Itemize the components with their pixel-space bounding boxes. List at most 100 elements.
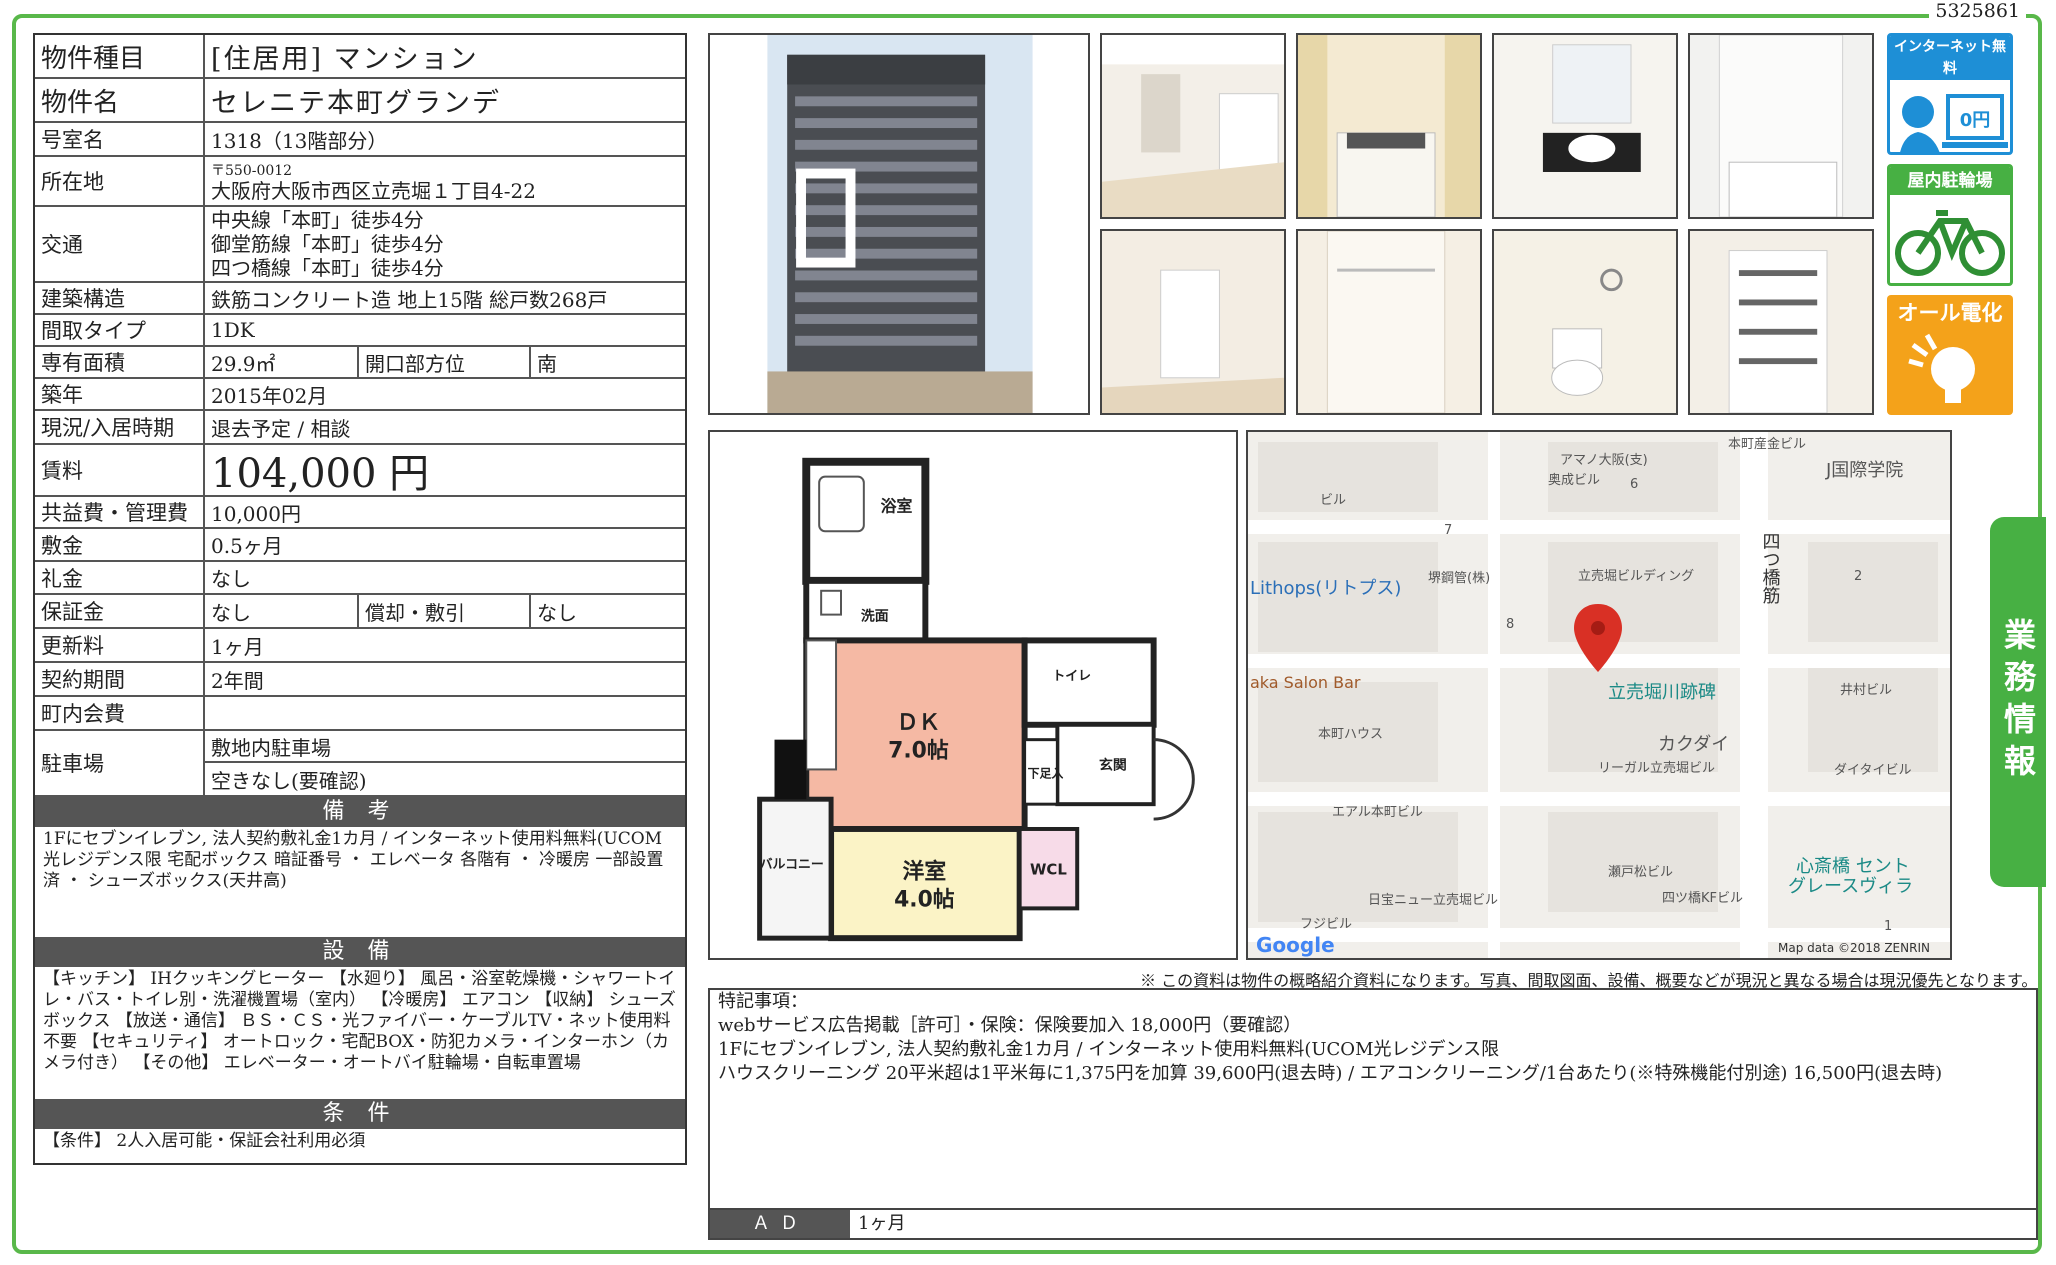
room-photo-doorway [1100, 229, 1286, 415]
room-photo-toilet [1492, 229, 1678, 415]
special-notes: 特記事項： webサービス広告掲載［許可］・保険：保険要加入 18,000円（要… [708, 988, 2038, 1240]
postal-code: 〒550-0012 [211, 163, 293, 179]
row-layout: 間取タイプ 1DK [35, 315, 685, 347]
value-name: セレニテ本町グランデ [211, 87, 501, 119]
fp-geta: 下足入 [1028, 766, 1064, 780]
building-photo [708, 33, 1090, 415]
value-type: [住居用] マンション [211, 43, 479, 75]
map-label: 堺鋼管(株) [1428, 571, 1490, 586]
room-photo-toilet-image [1494, 231, 1676, 413]
value-rent: 104,000 円 [211, 451, 430, 497]
value-parking-2: 空きなし(要確認) [211, 768, 367, 793]
label-amortization: 償却・敷引 [357, 595, 529, 627]
label-type: 物件種目 [35, 35, 205, 77]
fp-western: 洋室 [903, 859, 947, 885]
parking-values: 敷地内駐車場 空きなし(要確認) [205, 731, 685, 795]
remarks-text: 1Fにセブンイレブン, 法人契約敷礼金1カ月 / インターネット使用料無料(UC… [43, 829, 664, 891]
room-photo-living [1100, 33, 1286, 219]
map-label: 四つ橋筋 [1760, 532, 1781, 605]
room-photo-kitchen [1296, 33, 1482, 219]
map-label: ビル [1320, 493, 1346, 508]
row-term: 契約期間 2年間 [35, 663, 685, 697]
map-label: フジビル [1300, 917, 1352, 932]
row-built: 築年 2015年02月 [35, 379, 685, 411]
value-deposit: 0.5ヶ月 [211, 534, 283, 558]
label-access: 交通 [35, 207, 205, 281]
row-name: 物件名 セレニテ本町グランデ [35, 79, 685, 123]
row-area: 専有面積 29.9㎡ 開口部方位 南 [35, 347, 685, 379]
room-photo-bathroom [1688, 33, 1874, 219]
row-fee: 共益費・管理費 10,000円 [35, 497, 685, 529]
value-room: 1318（13階部分） [211, 128, 388, 153]
room-photo-kitchen-image [1298, 35, 1480, 217]
ad-label: ＡＤ [710, 1210, 850, 1238]
value-access: 中央線「本町」徒歩4分 御堂筋線「本町」徒歩4分 四つ橋線「本町」徒歩4分 [205, 207, 685, 281]
ad-row: ＡＤ 1ヶ月 [710, 1208, 2036, 1238]
value-guarantee: なし [211, 600, 251, 625]
value-address: 〒550-0012 大阪府大阪市西区立売堀１丁目4-22 [205, 157, 685, 205]
area-map[interactable]: 本町産金ビル アマノ大阪(支) 奥成ビル 6 ビル J国際学院 7 四つ橋筋 L… [1246, 430, 1952, 960]
row-room: 号室名 1318（13階部分） [35, 123, 685, 157]
value-structure: 鉄筋コンクリート造 地上15階 総戸数268戸 [211, 287, 608, 312]
map-label: エアル本町ビル [1332, 805, 1423, 820]
access-line: 中央線「本町」徒歩4分 [211, 208, 424, 232]
equipment-header: 設 備 [35, 937, 685, 967]
building-illustration [767, 35, 1033, 413]
label-term: 契約期間 [35, 663, 205, 695]
map-label: 本町産金ビル [1728, 436, 1806, 452]
fp-balcony: バルコニー [760, 858, 824, 873]
value-built: 2015年02月 [211, 383, 328, 408]
label-rent: 賃料 [35, 445, 205, 495]
label-status: 現況/入居時期 [35, 411, 205, 443]
label-direction: 開口部方位 [357, 347, 529, 377]
indoor-bike-parking-badge: 屋内駐輪場 [1887, 164, 2013, 286]
label-fee: 共益費・管理費 [35, 497, 205, 527]
conditions-header: 条 件 [35, 1099, 685, 1129]
map-label: 8 [1506, 617, 1514, 632]
map-label: 6 [1630, 477, 1638, 492]
label-built: 築年 [35, 379, 205, 409]
label-layout: 間取タイプ [35, 315, 205, 345]
map-label: 四ツ橋KFビル [1662, 891, 1743, 906]
bicycle-icon [1895, 210, 2005, 276]
label-parking: 駐車場 [35, 731, 205, 795]
document-id: 5325861 [1929, 0, 2026, 22]
row-structure: 建築構造 鉄筋コンクリート造 地上15階 総戸数268戸 [35, 283, 685, 315]
row-status: 現況/入居時期 退去予定 / 相談 [35, 411, 685, 445]
access-line: 四つ橋線「本町」徒歩4分 [211, 256, 444, 280]
value-key-money: なし [211, 567, 251, 591]
map-label: ダイタイビル [1834, 763, 1911, 778]
map-label: Lithops(リトプス) [1250, 578, 1401, 599]
map-label: 立売堀ビルディング [1578, 568, 1694, 584]
notes-title: 特記事項： [718, 991, 808, 1012]
row-renewal: 更新料 1ヶ月 [35, 629, 685, 663]
business-info-tab[interactable]: 業務情報 [1990, 517, 2046, 887]
google-logo: Google [1256, 933, 1335, 957]
indoor-bike-parking-label: 屋内駐輪場 [1890, 167, 2010, 195]
room-photo-bathroom-image [1690, 35, 1872, 217]
map-label: 日宝ニュー立売堀ビル [1368, 892, 1498, 908]
label-address: 所在地 [35, 157, 205, 205]
internet-price: 0円 [1960, 110, 1991, 131]
value-area: 29.9㎡ [211, 351, 276, 376]
remarks-header: 備 考 [35, 797, 685, 827]
map-label: カクダイ [1658, 734, 1729, 755]
property-info-table: 物件種目 [住居用] マンション 物件名 セレニテ本町グランデ 号室名 1318… [33, 33, 687, 1165]
access-line: 御堂筋線「本町」徒歩4分 [211, 232, 444, 256]
computer-user-icon: 0円 [1900, 94, 2008, 152]
row-access: 交通 中央線「本町」徒歩4分 御堂筋線「本町」徒歩4分 四つ橋線「本町」徒歩4分 [35, 207, 685, 283]
fp-toilet: トイレ [1052, 669, 1091, 684]
room-photo-washbasin-image [1494, 35, 1676, 217]
label-association: 町内会費 [35, 697, 205, 729]
label-area: 専有面積 [35, 347, 205, 377]
value-fee: 10,000円 [211, 501, 301, 526]
row-guarantee: 保証金 なし 償却・敷引 なし [35, 595, 685, 629]
map-label: グレースヴィラ [1788, 876, 1913, 897]
row-association: 町内会費 [35, 697, 685, 731]
label-structure: 建築構造 [35, 283, 205, 313]
row-type: 物件種目 [住居用] マンション [35, 35, 685, 79]
map-label: 本町ハウス [1318, 727, 1383, 742]
row-address: 所在地 〒550-0012 大阪府大阪市西区立売堀１丁目4-22 [35, 157, 685, 207]
conditions-text: 【条件】 2人入居可能・保証会社利用必須 [43, 1131, 366, 1151]
row-rent: 賃料 104,000 円 [35, 445, 685, 497]
